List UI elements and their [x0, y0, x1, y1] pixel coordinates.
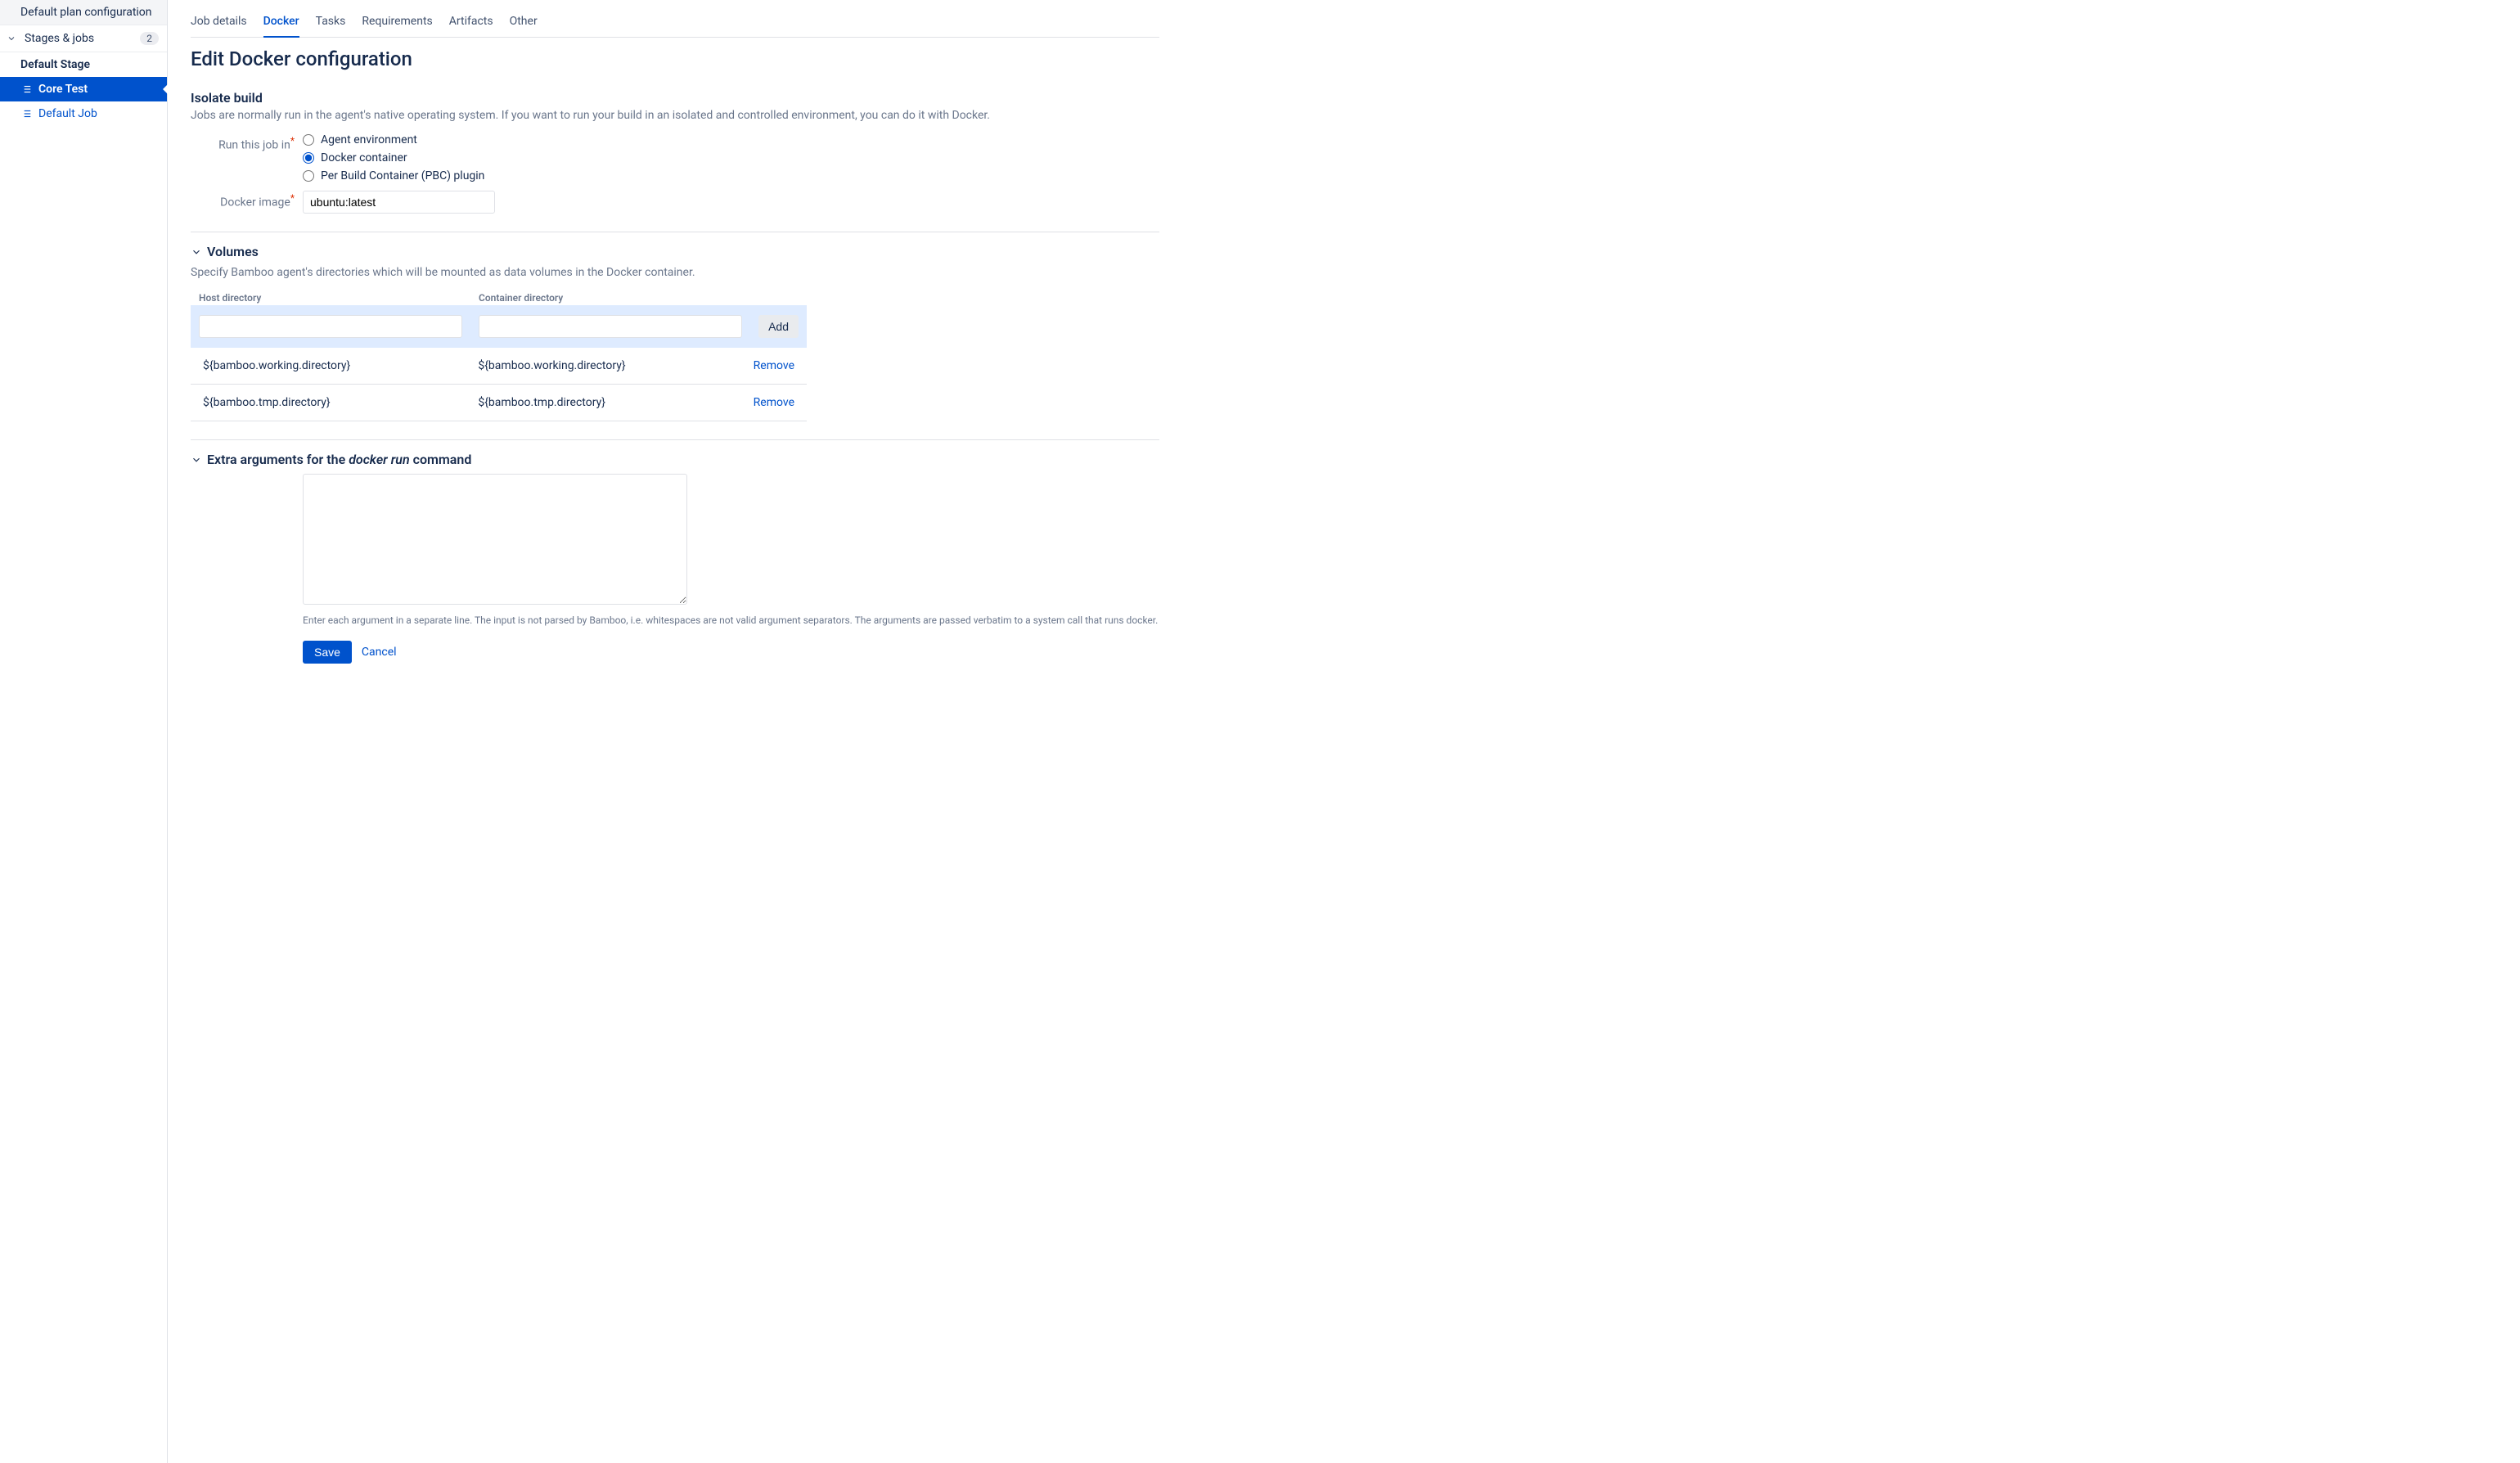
sidebar-job-core-test[interactable]: Core Test — [0, 77, 167, 101]
sidebar-stages-label: Stages & jobs — [25, 32, 94, 45]
radio-agent-env[interactable]: Agent environment — [303, 133, 484, 146]
radio-agent-input[interactable] — [303, 134, 314, 146]
remove-link[interactable]: Remove — [754, 359, 794, 372]
radio-pbc-label: Per Build Container (PBC) plugin — [321, 169, 484, 182]
save-button[interactable]: Save — [303, 641, 352, 664]
task-list-icon — [20, 108, 32, 119]
run-job-radio-group: Agent environment Docker container Per B… — [303, 133, 484, 182]
tab-other[interactable]: Other — [510, 10, 538, 38]
extra-args-hint: Enter each argument in a separate line. … — [303, 614, 1158, 626]
sidebar: Default plan configuration Stages & jobs… — [0, 0, 168, 1463]
sidebar-default-plan[interactable]: Default plan configuration — [0, 0, 167, 25]
radio-docker-input[interactable] — [303, 152, 314, 164]
isolate-desc: Jobs are normally run in the agent's nat… — [191, 109, 1159, 122]
volumes-heading: Volumes — [207, 244, 259, 259]
stages-count-badge: 2 — [140, 32, 159, 45]
tabs: Job details Docker Tasks Requirements Ar… — [191, 10, 1159, 38]
sidebar-job-label: Core Test — [38, 83, 88, 96]
volumes-add-row: Add — [191, 305, 807, 348]
spacer — [191, 474, 303, 475]
extra-args-toggle[interactable]: Extra arguments for the docker run comma… — [191, 452, 1159, 467]
volume-container: ${bamboo.working.directory} — [478, 359, 753, 372]
col-container-header: Container directory — [479, 292, 758, 304]
sidebar-job-default-job[interactable]: Default Job — [0, 101, 167, 126]
page-title: Edit Docker configuration — [191, 47, 1159, 70]
volumes-desc: Specify Bamboo agent's directories which… — [191, 266, 1159, 279]
add-container-input[interactable] — [479, 315, 742, 338]
remove-link[interactable]: Remove — [754, 396, 794, 409]
chevron-down-icon — [191, 246, 202, 258]
volume-host: ${bamboo.tmp.directory} — [203, 396, 478, 409]
tab-requirements[interactable]: Requirements — [362, 10, 432, 38]
volume-row: ${bamboo.working.directory} ${bamboo.wor… — [191, 348, 807, 385]
docker-image-label: Docker image* — [191, 191, 303, 209]
tab-job-details[interactable]: Job details — [191, 10, 247, 38]
divider — [191, 439, 1159, 440]
tab-docker[interactable]: Docker — [263, 10, 299, 38]
radio-docker-label: Docker container — [321, 151, 407, 164]
add-host-input[interactable] — [199, 315, 462, 338]
sidebar-stage-name[interactable]: Default Stage — [0, 52, 167, 77]
extra-args-textarea[interactable] — [303, 474, 687, 605]
task-list-icon — [20, 83, 32, 95]
col-host-header: Host directory — [199, 292, 479, 304]
docker-image-input[interactable] — [303, 191, 495, 214]
main-content: Job details Docker Tasks Requirements Ar… — [168, 0, 1182, 1463]
volumes-toggle[interactable]: Volumes — [191, 244, 1159, 259]
radio-docker-container[interactable]: Docker container — [303, 151, 484, 164]
sidebar-stages-jobs[interactable]: Stages & jobs 2 — [0, 25, 167, 52]
tab-tasks[interactable]: Tasks — [316, 10, 346, 38]
volume-container: ${bamboo.tmp.directory} — [478, 396, 753, 409]
tab-artifacts[interactable]: Artifacts — [449, 10, 493, 38]
radio-pbc-input[interactable] — [303, 170, 314, 182]
sidebar-job-label: Default Job — [38, 107, 97, 120]
volume-row: ${bamboo.tmp.directory} ${bamboo.tmp.dir… — [191, 385, 807, 421]
radio-agent-label: Agent environment — [321, 133, 417, 146]
chevron-down-icon — [191, 454, 202, 466]
volume-host: ${bamboo.working.directory} — [203, 359, 478, 372]
run-job-label: Run this job in* — [191, 133, 303, 152]
chevron-down-icon — [7, 34, 16, 43]
isolate-heading: Isolate build — [191, 90, 1159, 106]
add-button[interactable]: Add — [758, 315, 799, 338]
cancel-link[interactable]: Cancel — [362, 646, 397, 659]
extra-heading: Extra arguments for the docker run comma… — [207, 452, 471, 467]
volumes-table: Host directory Container directory Add $… — [191, 290, 807, 421]
radio-pbc[interactable]: Per Build Container (PBC) plugin — [303, 169, 484, 182]
